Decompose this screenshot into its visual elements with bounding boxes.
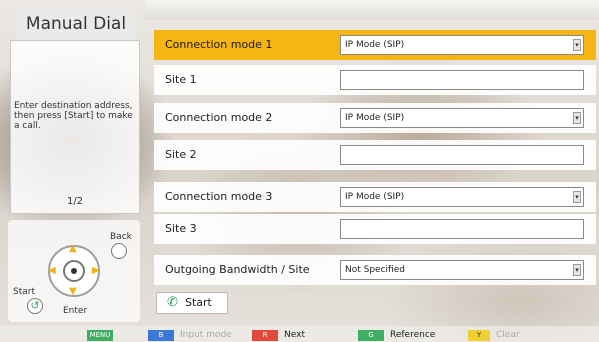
enter-label: Enter [63, 306, 88, 316]
arrow-left-icon: ◀ [48, 265, 56, 276]
connection-mode-2-select[interactable]: IP Mode (SIP) ▾ [340, 108, 584, 128]
page-indicator: 1/2 [66, 196, 84, 207]
connection-mode-3-select[interactable]: IP Mode (SIP) ▾ [340, 187, 584, 207]
key-yellow-label: Clear [496, 330, 520, 340]
top-strip [145, 0, 599, 20]
enter-dot-icon [71, 268, 77, 274]
dropdown-arrow-icon[interactable]: ▾ [573, 191, 581, 203]
start-call-label: Start [185, 296, 212, 309]
back-button-icon [111, 243, 127, 259]
outgoing-bandwidth-value: Not Specified [345, 265, 405, 275]
outgoing-bandwidth-select[interactable]: Not Specified ▾ [340, 260, 584, 280]
connection-mode-1-value: IP Mode (SIP) [345, 40, 405, 50]
key-green[interactable]: G [358, 330, 384, 341]
menu-key[interactable]: MENU [87, 330, 113, 341]
dropdown-arrow-icon[interactable]: ▾ [573, 39, 581, 51]
key-red-label: Next [284, 330, 305, 340]
site-2-label: Site 2 [165, 148, 197, 161]
arrow-right-icon: ▶ [92, 265, 100, 276]
connection-mode-3-label: Connection mode 3 [165, 190, 273, 203]
key-green-label: Reference [390, 330, 436, 340]
dropdown-arrow-icon[interactable]: ▾ [573, 112, 581, 124]
site-1-input[interactable] [340, 70, 584, 90]
connection-mode-1-select[interactable]: IP Mode (SIP) ▾ [340, 35, 584, 55]
row-site-1[interactable]: Site 1 [154, 65, 596, 95]
back-label: Back [110, 232, 132, 242]
row-connection-mode-3[interactable]: Connection mode 3 IP Mode (SIP) ▾ [154, 182, 596, 212]
row-connection-mode-1[interactable]: Connection mode 1 IP Mode (SIP) ▾ [154, 30, 596, 60]
row-outgoing-bandwidth[interactable]: Outgoing Bandwidth / Site Not Specified … [154, 255, 596, 285]
arrow-up-icon: ▲ [69, 243, 77, 254]
screen-title: Manual Dial [16, 10, 136, 40]
key-yellow[interactable]: Y [468, 330, 490, 341]
site-3-label: Site 3 [165, 222, 197, 235]
start-call-button[interactable]: ✆ Start [156, 292, 228, 314]
start-key-icon: ↺ [27, 298, 43, 314]
start-key-label: Start [13, 287, 35, 297]
site-3-input[interactable] [340, 219, 584, 239]
help-text: Enter destination address, then press [S… [14, 101, 133, 131]
key-blue[interactable]: B [148, 330, 174, 341]
connection-mode-1-label: Connection mode 1 [165, 38, 273, 51]
row-connection-mode-2[interactable]: Connection mode 2 IP Mode (SIP) ▾ [154, 103, 596, 133]
site-1-label: Site 1 [165, 73, 197, 86]
key-blue-label: Input mode [180, 330, 232, 340]
arrow-down-icon: ▼ [69, 286, 77, 297]
connection-mode-2-label: Connection mode 2 [165, 111, 273, 124]
connection-mode-2-value: IP Mode (SIP) [345, 113, 405, 123]
site-2-input[interactable] [340, 145, 584, 165]
row-site-3[interactable]: Site 3 [154, 214, 596, 244]
phone-icon: ✆ [167, 295, 178, 310]
dropdown-arrow-icon[interactable]: ▾ [573, 264, 581, 276]
connection-mode-3-value: IP Mode (SIP) [345, 192, 405, 202]
key-red[interactable]: R [252, 330, 278, 341]
outgoing-bandwidth-label: Outgoing Bandwidth / Site [165, 263, 310, 276]
row-site-2[interactable]: Site 2 [154, 140, 596, 170]
